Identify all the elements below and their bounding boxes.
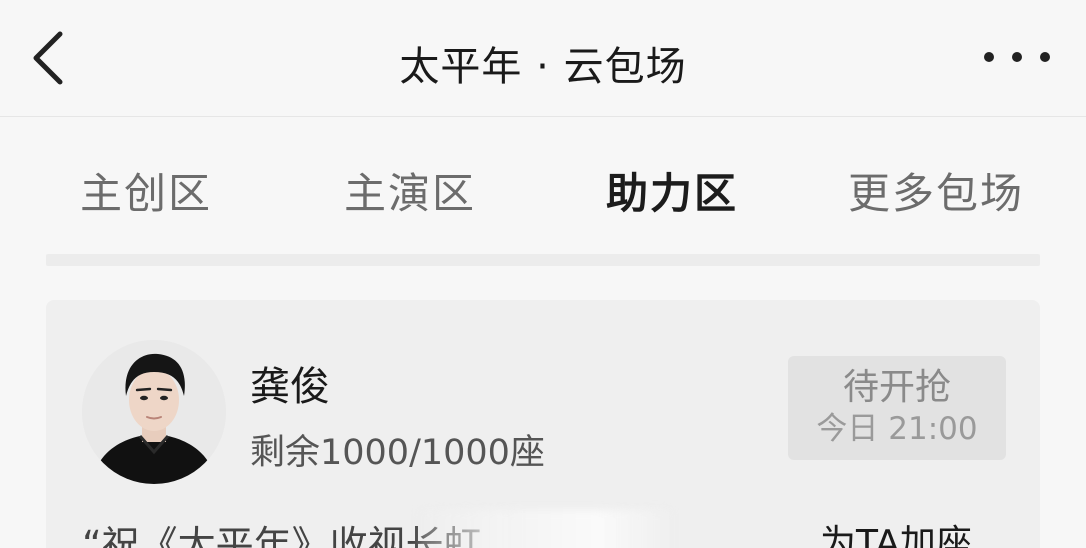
ellipsis-icon <box>984 52 994 62</box>
add-seat-button[interactable]: 为TA加座 <box>820 514 972 548</box>
avatar-portrait-icon <box>82 340 226 484</box>
grab-status-button[interactable]: 待开抢 今日 21:00 <box>788 356 1006 460</box>
actor-name: 龚俊 <box>250 364 330 410</box>
top-bar: 太平年 · 云包场 <box>0 0 1086 117</box>
ellipsis-icon-dot <box>1012 52 1022 62</box>
tab-support[interactable]: 助力区 <box>606 160 738 221</box>
screen: 太平年 · 云包场 主创区 主演区 助力区 更多包场 龚俊 剩余1000/100… <box>0 0 1086 548</box>
status-time: 今日 21:00 <box>816 411 978 447</box>
blurred-text-overlay <box>418 510 670 548</box>
ellipsis-icon-dot <box>1040 52 1050 62</box>
page-title: 太平年 · 云包场 <box>399 44 687 90</box>
tab-bar: 主创区 主演区 助力区 更多包场 <box>0 118 1086 254</box>
tab-creators[interactable]: 主创区 <box>80 160 212 221</box>
tab-more-screenings[interactable]: 更多包场 <box>848 160 1024 221</box>
status-label: 待开抢 <box>842 367 951 408</box>
avatar <box>82 340 226 484</box>
screening-card: 龚俊 剩余1000/1000座 待开抢 今日 21:00 “祝《太平年》收视长虹… <box>46 300 1040 548</box>
tab-divider <box>46 254 1040 266</box>
tab-cast[interactable]: 主演区 <box>344 160 476 221</box>
seat-count: 剩余1000/1000座 <box>250 433 545 473</box>
more-options-button[interactable] <box>984 44 1050 70</box>
